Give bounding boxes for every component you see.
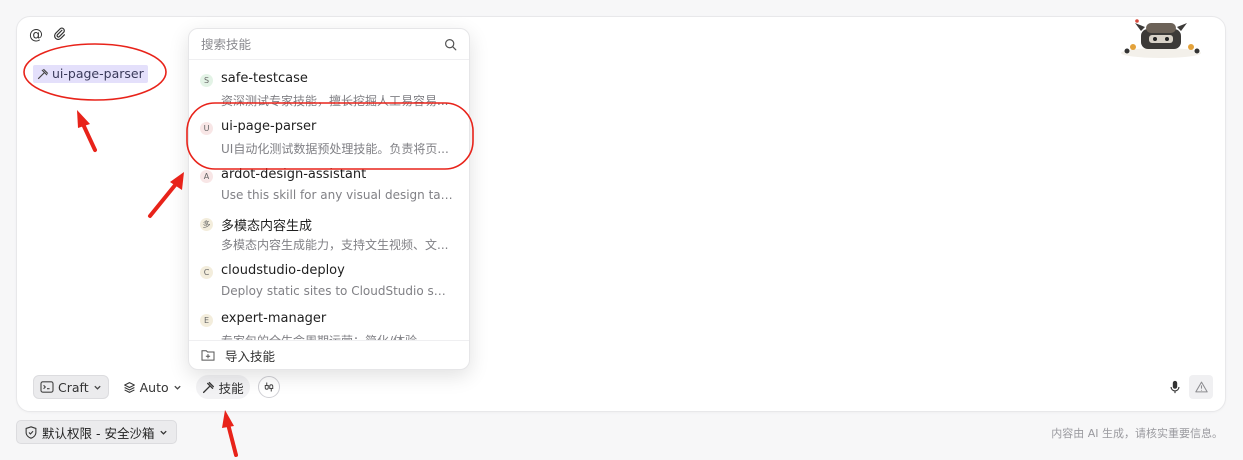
permission-label: 默认权限 - 安全沙箱 (42, 425, 155, 441)
skill-list[interactable]: S safe-testcase 资深测试专家技能，擅长挖掘人工易容易... U … (189, 60, 469, 340)
skill-dropdown-menu: S safe-testcase 资深测试专家技能，擅长挖掘人工易容易... U … (188, 28, 470, 370)
skill-description: Deploy static sites to CloudStudio san..… (221, 284, 453, 298)
skill-badge: E (200, 314, 213, 327)
skill-description: UI自动化测试数据预处理技能。负责将页... (221, 142, 449, 156)
skill-description: 多模态内容生成能力，支持文生视频、文... (221, 238, 449, 252)
send-button[interactable] (1189, 375, 1213, 399)
skill-item-cloudstudio-deploy[interactable]: C cloudstudio-deploy Deploy static sites… (189, 252, 469, 300)
mascot-illustration (1121, 19, 1201, 58)
annotation-arrow-skills-button (222, 410, 238, 457)
skill-title: safe-testcase (221, 71, 308, 86)
skill-description: 资深测试专家技能，擅长挖掘人工易容易... (221, 94, 449, 108)
hammer-icon (202, 381, 214, 393)
skill-title: 多模态内容生成 (221, 219, 313, 234)
warning-icon (1194, 381, 1208, 393)
skill-title: cloudstudio-deploy (221, 263, 345, 278)
composer-top-icons: @ (29, 27, 66, 43)
skill-item-ui-page-parser[interactable]: U ui-page-parser UI自动化测试数据预处理技能。负责将页... (189, 108, 469, 156)
skill-item-multimodal[interactable]: 多 多模态内容生成 多模态内容生成能力，支持文生视频、文... (189, 204, 469, 252)
skills-button-label: 技能 (218, 380, 244, 396)
skill-title: ardot-design-assistant (221, 167, 367, 182)
microphone-icon[interactable] (1169, 380, 1181, 394)
skill-search-input[interactable] (201, 36, 421, 52)
hammer-icon (37, 68, 49, 80)
ai-disclaimer: 内容由 AI 生成，请核实重要信息。 (1051, 427, 1223, 440)
skill-badge: U (200, 122, 213, 135)
craft-mode-label: Craft (58, 379, 89, 395)
skills-button[interactable]: 技能 (195, 375, 250, 399)
skill-description: 专家包的全生命周期运营：简化/体验... (221, 332, 453, 340)
skill-badge: 多 (200, 218, 213, 231)
skill-search-row (189, 29, 469, 60)
craft-mode-button[interactable]: Craft (33, 375, 109, 399)
skill-item-expert-manager[interactable]: E expert-manager 专家包的全生命周期运营：简化/体验... (189, 300, 469, 340)
search-icon (445, 38, 457, 50)
mention-icon[interactable]: @ (29, 28, 43, 42)
chevron-down-icon (93, 385, 101, 390)
selected-skill-label: ui-page-parser (52, 66, 144, 81)
skill-title: ui-page-parser (221, 119, 317, 134)
skill-badge: S (200, 74, 213, 87)
selected-skill-chip[interactable]: ui-page-parser (33, 65, 148, 83)
skill-badge: C (200, 266, 213, 279)
skill-item-safe-testcase[interactable]: S safe-testcase 资深测试专家技能，擅长挖掘人工易容易... (189, 60, 469, 108)
chevron-down-icon (173, 385, 181, 390)
permission-selector[interactable]: 默认权限 - 安全沙箱 (16, 420, 178, 444)
plugin-icon[interactable] (257, 376, 280, 398)
import-skill-button[interactable]: 导入技能 (189, 340, 469, 369)
model-auto-label: Auto (139, 379, 169, 395)
skill-title: expert-manager (221, 311, 327, 326)
import-folder-icon (201, 350, 215, 361)
model-auto-button[interactable]: Auto (117, 375, 188, 399)
paperclip-icon[interactable] (53, 27, 66, 43)
skill-description: Use this skill for any visual design tas… (221, 188, 453, 202)
skill-item-ardot-design-assistant[interactable]: A ardot-design-assistant Use this skill … (189, 156, 469, 204)
skill-badge: A (200, 170, 213, 183)
shield-icon (25, 425, 37, 439)
composer-toolbar: Craft Auto 技能 (33, 375, 280, 399)
composer-right-tools (1169, 375, 1213, 399)
layers-icon (123, 381, 135, 393)
chevron-down-icon (160, 430, 168, 435)
import-skill-label: 导入技能 (225, 348, 276, 364)
terminal-icon (40, 381, 54, 393)
